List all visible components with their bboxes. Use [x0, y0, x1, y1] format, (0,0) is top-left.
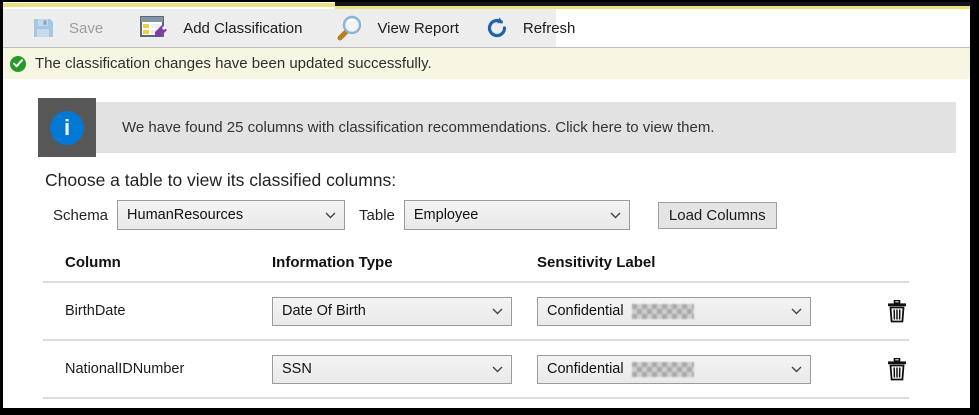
table-label: Table [359, 207, 395, 224]
sensitivity-label-value: Confidential [547, 303, 624, 319]
recommendations-banner[interactable]: i We have found 25 columns with classifi… [38, 98, 970, 157]
schema-dropdown[interactable]: HumanResources [117, 200, 345, 230]
table-row: NationalIDNumber SSN Confidential [43, 341, 909, 397]
info-icon-tile: i [38, 98, 96, 157]
info-icon: i [50, 111, 84, 145]
view-report-button[interactable]: View Report [336, 15, 458, 42]
redacted-text-blur [632, 304, 694, 319]
refresh-button[interactable]: Refresh [485, 16, 576, 40]
chevron-down-icon [791, 361, 802, 377]
sensitivity-label-header: Sensitivity Label [537, 254, 849, 271]
save-button[interactable]: Save [31, 16, 103, 40]
magnifier-icon [336, 15, 363, 42]
table-dropdown-value: Employee [414, 207, 478, 223]
top-accent-yellow-left [3, 3, 335, 7]
table-row: BirthDate Date Of Birth Confidential [43, 283, 909, 339]
chevron-down-icon [791, 303, 802, 319]
schema-label: Schema [53, 207, 108, 224]
information-type-value: Date Of Birth [282, 303, 366, 319]
information-type-dropdown[interactable]: SSN [272, 355, 512, 384]
sensitivity-label-value: Confidential [547, 361, 624, 377]
load-columns-button[interactable]: Load Columns [658, 202, 777, 229]
column-name: NationalIDNumber [65, 361, 272, 377]
delete-classification-button[interactable] [885, 358, 909, 381]
add-classification-label: Add Classification [183, 20, 302, 37]
page-title: Choose a table to view its classified co… [45, 170, 970, 191]
chevron-down-icon [492, 303, 503, 319]
data-classification-pane: Save Add Classification [0, 0, 979, 415]
chevron-down-icon [610, 207, 621, 223]
chevron-down-icon [325, 207, 336, 223]
save-icon [31, 16, 55, 40]
column-header: Column [65, 254, 272, 271]
status-bar: The classification changes have been upd… [3, 48, 970, 79]
classified-columns-table: Column Information Type Sensitivity Labe… [43, 254, 909, 399]
refresh-icon [485, 16, 509, 40]
top-accent-yellow-right [335, 6, 970, 9]
sensitivity-label-dropdown[interactable]: Confidential [537, 297, 811, 326]
save-label: Save [69, 20, 103, 37]
trash-icon [887, 300, 907, 323]
sensitivity-label-dropdown[interactable]: Confidential [537, 355, 811, 384]
table-header-row: Column Information Type Sensitivity Labe… [43, 254, 909, 281]
table-dropdown[interactable]: Employee [404, 200, 630, 230]
delete-classification-button[interactable] [885, 300, 909, 323]
recommendations-message[interactable]: We have found 25 columns with classifica… [96, 102, 956, 153]
chevron-down-icon [492, 361, 503, 377]
information-type-value: SSN [282, 361, 312, 377]
add-classification-button[interactable]: Add Classification [139, 14, 302, 42]
schema-dropdown-value: HumanResources [127, 207, 243, 223]
picker-row: Schema HumanResources Table Employee Loa… [53, 200, 970, 230]
trash-icon [887, 358, 907, 381]
view-report-label: View Report [377, 20, 458, 37]
toolbar-row: Save Add Classification [3, 9, 970, 48]
refresh-label: Refresh [523, 20, 576, 37]
column-name: BirthDate [65, 303, 272, 319]
redacted-text-blur [632, 362, 694, 377]
information-type-header: Information Type [272, 254, 537, 271]
add-classification-icon [139, 14, 169, 42]
top-accent-strip [3, 2, 970, 9]
status-message: The classification changes have been upd… [35, 55, 432, 72]
row-divider [43, 397, 909, 399]
success-check-icon [10, 56, 26, 72]
information-type-dropdown[interactable]: Date Of Birth [272, 297, 512, 326]
toolbar: Save Add Classification [3, 9, 556, 47]
